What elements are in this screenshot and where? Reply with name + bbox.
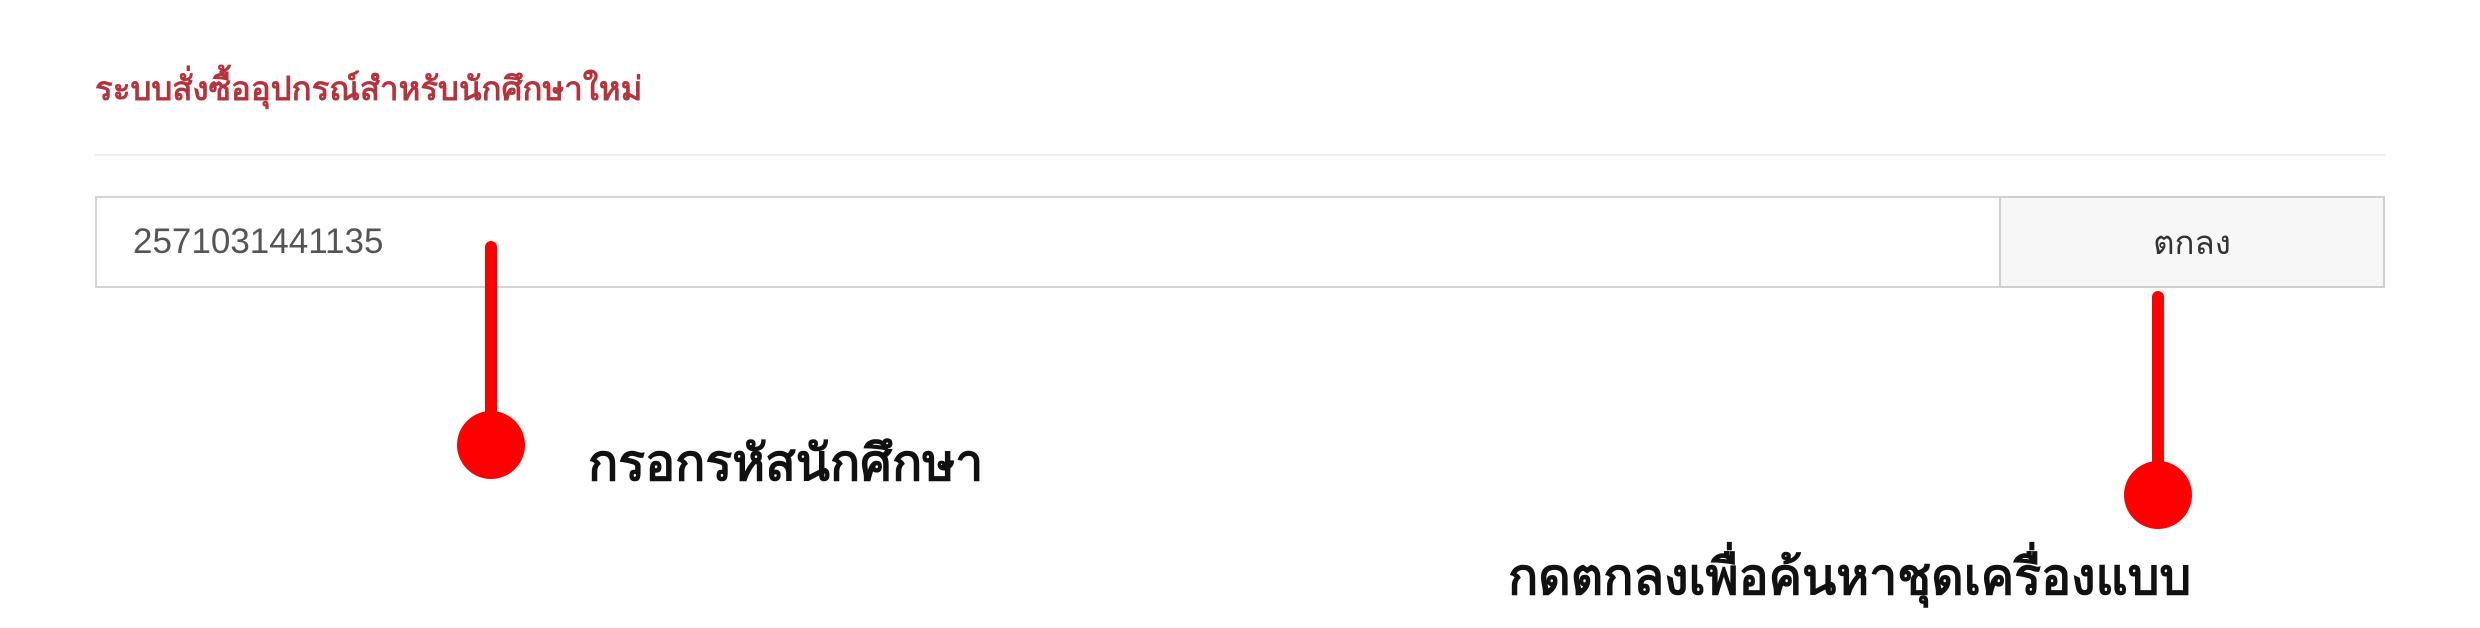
input-annotation: กรอกรหัสนักศึกษา (588, 434, 984, 492)
page-title: ระบบสั่งซื้ออุปกรณ์สำหรับนักศึกษาใหม่ (95, 69, 643, 108)
student-search-form: ตกลง (95, 196, 2385, 288)
button-annotation: กดตกลงเพื่อค้นหาชุดเครื่องแบบ (1508, 548, 2192, 606)
divider (95, 154, 2385, 156)
input-pointer-dot (457, 411, 525, 479)
student-id-input[interactable] (95, 196, 1999, 288)
button-pointer-dot (2124, 461, 2192, 529)
submit-button[interactable]: ตกลง (1999, 196, 2385, 288)
